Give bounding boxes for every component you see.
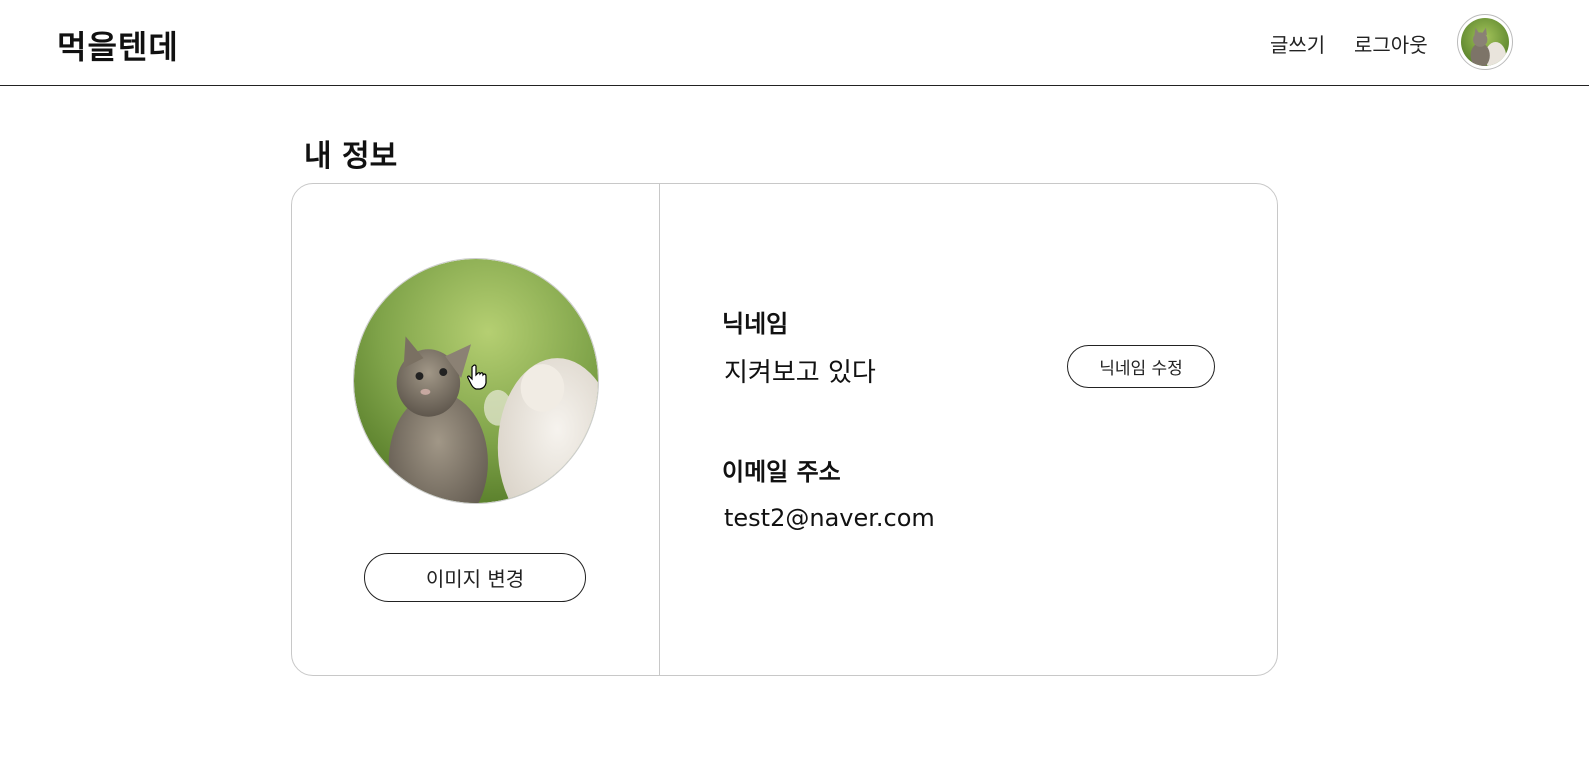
top-header: 먹을텐데 글쓰기 로그아웃 bbox=[0, 0, 1589, 86]
card-divider bbox=[659, 184, 660, 675]
cat-avatar-icon bbox=[1461, 18, 1509, 66]
email-value: test2@naver.com bbox=[724, 504, 935, 532]
profile-card: 이미지 변경 닉네임 지켜보고 있다 닉네임 수정 이메일 주소 test2@n… bbox=[291, 183, 1278, 676]
write-link[interactable]: 글쓰기 bbox=[1270, 29, 1325, 58]
edit-nickname-button[interactable]: 닉네임 수정 bbox=[1067, 345, 1215, 388]
nickname-value: 지켜보고 있다 bbox=[724, 358, 876, 388]
change-image-button[interactable]: 이미지 변경 bbox=[364, 553, 586, 602]
logout-link[interactable]: 로그아웃 bbox=[1354, 29, 1428, 58]
header-avatar[interactable] bbox=[1457, 14, 1513, 70]
nickname-label: 닉네임 bbox=[722, 310, 789, 338]
email-label: 이메일 주소 bbox=[722, 458, 841, 486]
page-title: 내 정보 bbox=[304, 139, 398, 174]
site-logo[interactable]: 먹을텐데 bbox=[57, 22, 179, 68]
hand-cursor-icon bbox=[467, 364, 487, 390]
